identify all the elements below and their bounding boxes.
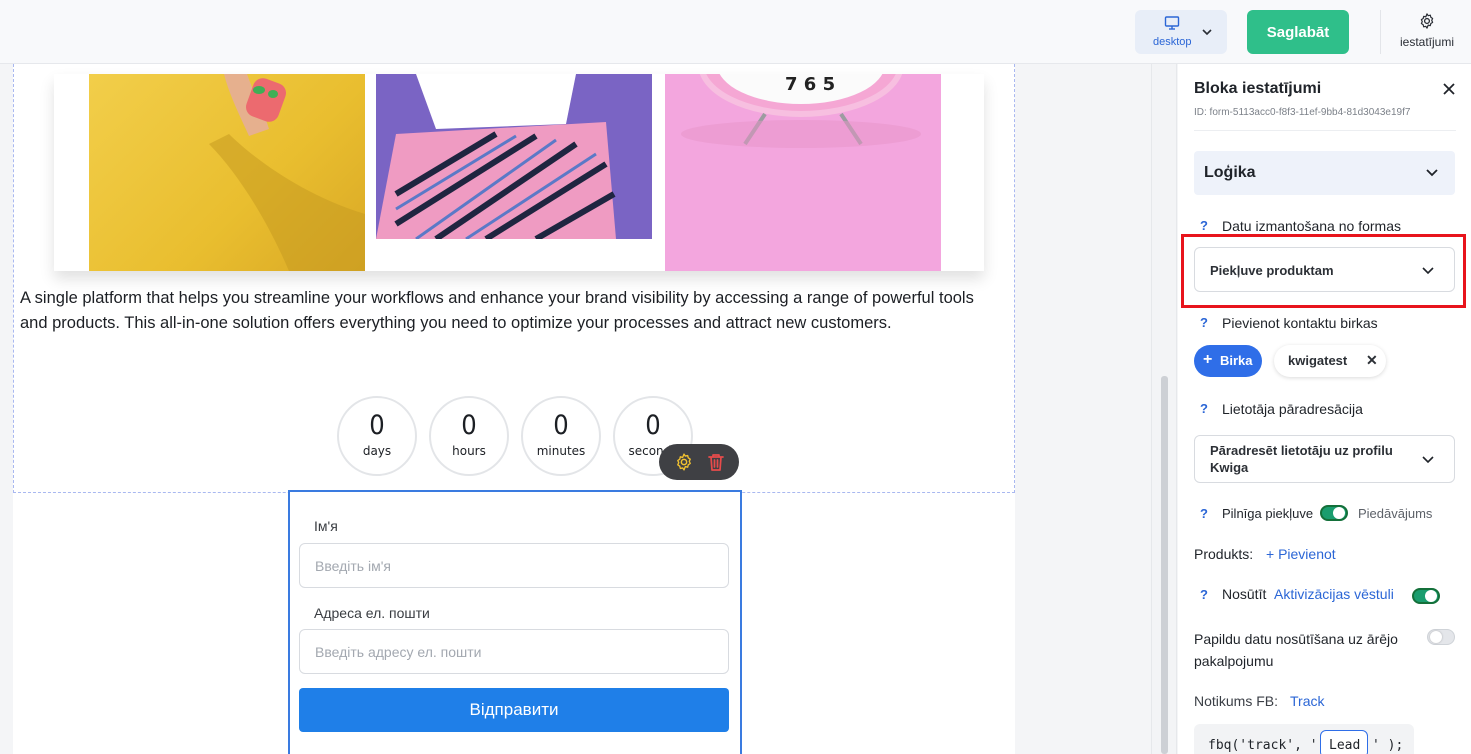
settings-button[interactable]: iestatījumi — [1392, 12, 1462, 54]
countdown-value: 0 — [553, 410, 569, 441]
add-product-link[interactable]: + Pievienot — [1266, 546, 1336, 562]
hand-illustration — [209, 74, 365, 271]
email-input[interactable]: Введіть адресу ел. пошти — [299, 629, 729, 674]
redirect-select[interactable]: Pāradresēt lietotāju uz profilu Kwiga — [1194, 435, 1455, 483]
description-paragraph: A single platform that helps you streaml… — [20, 289, 974, 332]
submit-button[interactable]: Відправити — [299, 688, 729, 732]
countdown-hours: 0 hours — [429, 396, 509, 476]
help-icon[interactable]: ? — [1200, 401, 1208, 416]
block-id: ID: form-5113acc0-f8f3-11ef-9bb4-81d3043… — [1194, 107, 1411, 118]
scrollbar-thumb[interactable] — [1161, 376, 1168, 754]
code-suffix: ' ); — [1372, 738, 1404, 753]
fb-event-value[interactable]: Track — [1290, 693, 1324, 709]
tag-chip: kwigatest ✕ — [1274, 345, 1386, 377]
countdown-value: 0 — [645, 410, 661, 441]
access-toggle[interactable] — [1320, 505, 1348, 521]
fb-event-label: Notikums FB: — [1194, 693, 1279, 709]
alarm-clock-illustration: 7 6 5 — [681, 64, 921, 148]
signup-form: Ім'я Введіть ім'я Адреса ел. пошти Введі… — [288, 490, 742, 754]
help-icon[interactable]: ? — [1200, 218, 1208, 233]
extra-data-toggle[interactable] — [1427, 629, 1455, 645]
redirect-label: Lietotāja pāradresācija — [1222, 401, 1363, 417]
countdown-value: 0 — [369, 410, 385, 441]
help-icon[interactable]: ? — [1200, 315, 1208, 330]
countdown-unit: days — [362, 444, 392, 458]
highlight-box — [1181, 234, 1466, 308]
hero-block[interactable]: 7 6 5 A single platform that helps you s… — [13, 64, 1015, 493]
svg-text:7 6 5: 7 6 5 — [785, 74, 835, 95]
panel-title: Bloka iestatījumi — [1194, 80, 1322, 97]
device-switcher[interactable]: desktop — [1135, 10, 1227, 54]
top-toolbar: desktop Saglabāt iestatījumi — [0, 0, 1471, 64]
tag-chip-label: kwigatest — [1288, 353, 1348, 368]
close-icon[interactable] — [1442, 82, 1456, 96]
section-logic-header[interactable]: Loģika — [1194, 151, 1455, 195]
countdown-unit: minutes — [536, 444, 586, 458]
redirect-value: Pāradresēt lietotāju uz profilu Kwiga — [1210, 443, 1393, 475]
extra-data-label: Papildu datu nosūtīšana uz ārējo pakalpo… — [1194, 631, 1398, 669]
photo-purple-pants — [376, 74, 652, 242]
trash-icon[interactable] — [707, 452, 725, 472]
settings-label: iestatījumi — [1399, 35, 1455, 49]
name-field-label: Ім'я — [314, 518, 338, 534]
plus-icon: + — [1203, 351, 1213, 368]
chevron-down-icon — [1426, 169, 1438, 177]
gear-icon — [1420, 13, 1434, 29]
panel-scrollbar[interactable] — [1151, 64, 1177, 754]
editor-canvas: 7 6 5 A single platform that helps you s… — [13, 64, 1015, 754]
add-tag-label: Birka — [1220, 353, 1253, 368]
email-field-label: Адреса ел. пошти — [314, 605, 430, 621]
toolbar-divider — [1380, 10, 1381, 54]
contact-tags-label: Pievienot kontaktu birkas — [1222, 315, 1378, 331]
countdown-minutes: 0 minutes — [521, 396, 601, 476]
product-images: 7 6 5 — [54, 64, 984, 271]
data-usage-label: Datu izmantošana no formas — [1222, 218, 1401, 234]
full-access-label: Pilnīga piekļuve — [1222, 506, 1314, 521]
add-tag-button[interactable]: + Birka — [1194, 345, 1262, 377]
code-prefix: fbq('track', ' — [1208, 738, 1318, 753]
activation-email-link[interactable]: Aktivizācijas vēstuli — [1274, 586, 1394, 602]
help-icon[interactable]: ? — [1200, 506, 1208, 521]
photo-yellow-hand — [89, 74, 365, 271]
offer-label: Piedāvājums — [1358, 506, 1433, 521]
countdown-unit: hours — [452, 444, 486, 458]
help-icon[interactable]: ? — [1200, 587, 1208, 602]
pants-illustration — [376, 74, 616, 242]
product-label: Produkts: — [1194, 546, 1254, 562]
gear-icon[interactable] — [674, 452, 694, 472]
save-button[interactable]: Saglabāt — [1247, 10, 1349, 54]
chevron-down-icon — [1202, 29, 1212, 36]
fb-event-name-input[interactable]: Lead — [1320, 730, 1368, 754]
fb-code-snippet: fbq('track', ' Lead ' ); — [1194, 724, 1414, 754]
photo-pink-clock: 7 6 5 — [665, 64, 941, 271]
send-label: Nosūtīt — [1222, 586, 1267, 602]
monitor-icon — [1164, 16, 1180, 30]
send-activation-toggle[interactable] — [1412, 588, 1440, 604]
countdown-value: 0 — [461, 410, 477, 441]
remove-tag-icon[interactable]: ✕ — [1366, 352, 1378, 369]
device-label: desktop — [1153, 36, 1192, 48]
countdown-days: 0 days — [337, 396, 417, 476]
panel-divider — [1194, 130, 1456, 131]
chevron-down-icon — [1422, 456, 1434, 464]
block-actions-toolbar — [659, 444, 739, 480]
section-title: Loģika — [1204, 164, 1256, 181]
block-settings-panel: Bloka iestatījumi ID: form-5113acc0-f8f3… — [1178, 64, 1471, 754]
name-input[interactable]: Введіть ім'я — [299, 543, 729, 588]
